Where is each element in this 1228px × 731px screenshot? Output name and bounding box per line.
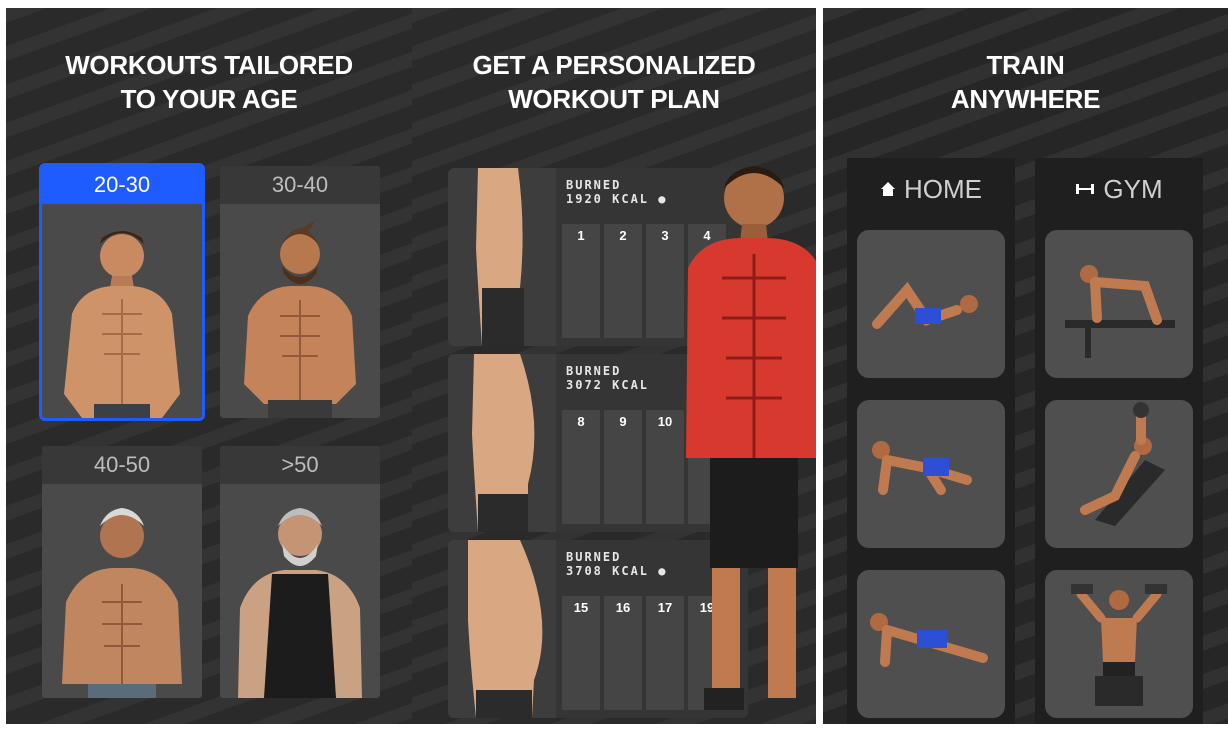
flame-icon: ● xyxy=(658,192,668,206)
day-column[interactable]: 2 xyxy=(604,224,642,338)
exercise-incline-press[interactable] xyxy=(1045,400,1193,548)
shoulder-press-figure xyxy=(1071,584,1167,706)
exercise-plank[interactable] xyxy=(857,570,1005,718)
train-panel: TRAIN ANYWHERE HOME GYM xyxy=(823,8,1228,724)
age-panel: WORKOUTS TAILORED TO YOUR AGE 20-30 30-4… xyxy=(6,8,412,724)
exercise-dumbbell-row[interactable] xyxy=(1045,230,1193,378)
plan-panel: GET A PERSONALIZED WORKOUT PLAN BURNED 1… xyxy=(412,8,816,724)
day-column[interactable]: 16 xyxy=(604,596,642,710)
age-card-20-30[interactable]: 20-30 xyxy=(39,163,205,421)
crunch-figure xyxy=(872,281,978,329)
medium-torso-image xyxy=(448,354,556,532)
age-card-40-50[interactable]: 40-50 xyxy=(42,446,202,698)
tab-gym[interactable]: GYM xyxy=(1035,158,1203,220)
mountain-climber-figure xyxy=(872,441,972,495)
tab-home[interactable]: HOME xyxy=(847,158,1015,220)
heavy-torso-image xyxy=(448,540,556,718)
exercise-crunch[interactable] xyxy=(857,230,1005,378)
dumbbell-row-figure xyxy=(1065,265,1175,358)
gym-column: GYM xyxy=(1035,158,1203,724)
day-column[interactable]: 9 xyxy=(604,410,642,524)
muscle-man-image xyxy=(686,166,816,710)
age-card-label: 40-50 xyxy=(42,446,202,484)
muscular-man-image xyxy=(244,220,356,418)
plank-figure xyxy=(870,613,988,667)
burned-stat: BURNED 1920 KCAL ● xyxy=(566,178,668,206)
dumbbell-icon xyxy=(1076,184,1095,194)
exercise-mountain-climber[interactable] xyxy=(857,400,1005,548)
age-card-30-40[interactable]: 30-40 xyxy=(220,166,380,418)
middle-aged-man-image xyxy=(62,508,182,698)
burned-stat: BURNED 3708 KCAL ● xyxy=(566,550,668,578)
age-card-label: 30-40 xyxy=(220,166,380,204)
day-column[interactable]: 17 xyxy=(646,596,684,710)
exercise-shoulder-press[interactable] xyxy=(1045,570,1193,718)
age-card-over-50[interactable]: >50 xyxy=(220,446,380,698)
burned-stat: BURNED 3072 KCAL xyxy=(566,364,650,392)
slim-torso-image xyxy=(448,168,556,346)
day-column[interactable]: 8 xyxy=(562,410,600,524)
home-icon xyxy=(881,182,895,196)
day-column[interactable]: 3 xyxy=(646,224,684,338)
home-column: HOME xyxy=(847,158,1015,724)
flame-icon: ● xyxy=(658,564,668,578)
senior-man-image xyxy=(238,508,362,698)
day-column[interactable]: 15 xyxy=(562,596,600,710)
incline-press-figure xyxy=(1080,402,1165,526)
age-panel-title: WORKOUTS TAILORED TO YOUR AGE xyxy=(65,50,353,114)
day-column[interactable]: 10 xyxy=(646,410,684,524)
plan-panel-title: GET A PERSONALIZED WORKOUT PLAN xyxy=(472,50,756,114)
day-column[interactable]: 1 xyxy=(562,224,600,338)
age-card-label: 20-30 xyxy=(42,166,202,204)
young-man-image xyxy=(64,231,180,418)
train-panel-title: TRAIN ANYWHERE xyxy=(950,50,1101,114)
age-card-label: >50 xyxy=(220,446,380,484)
